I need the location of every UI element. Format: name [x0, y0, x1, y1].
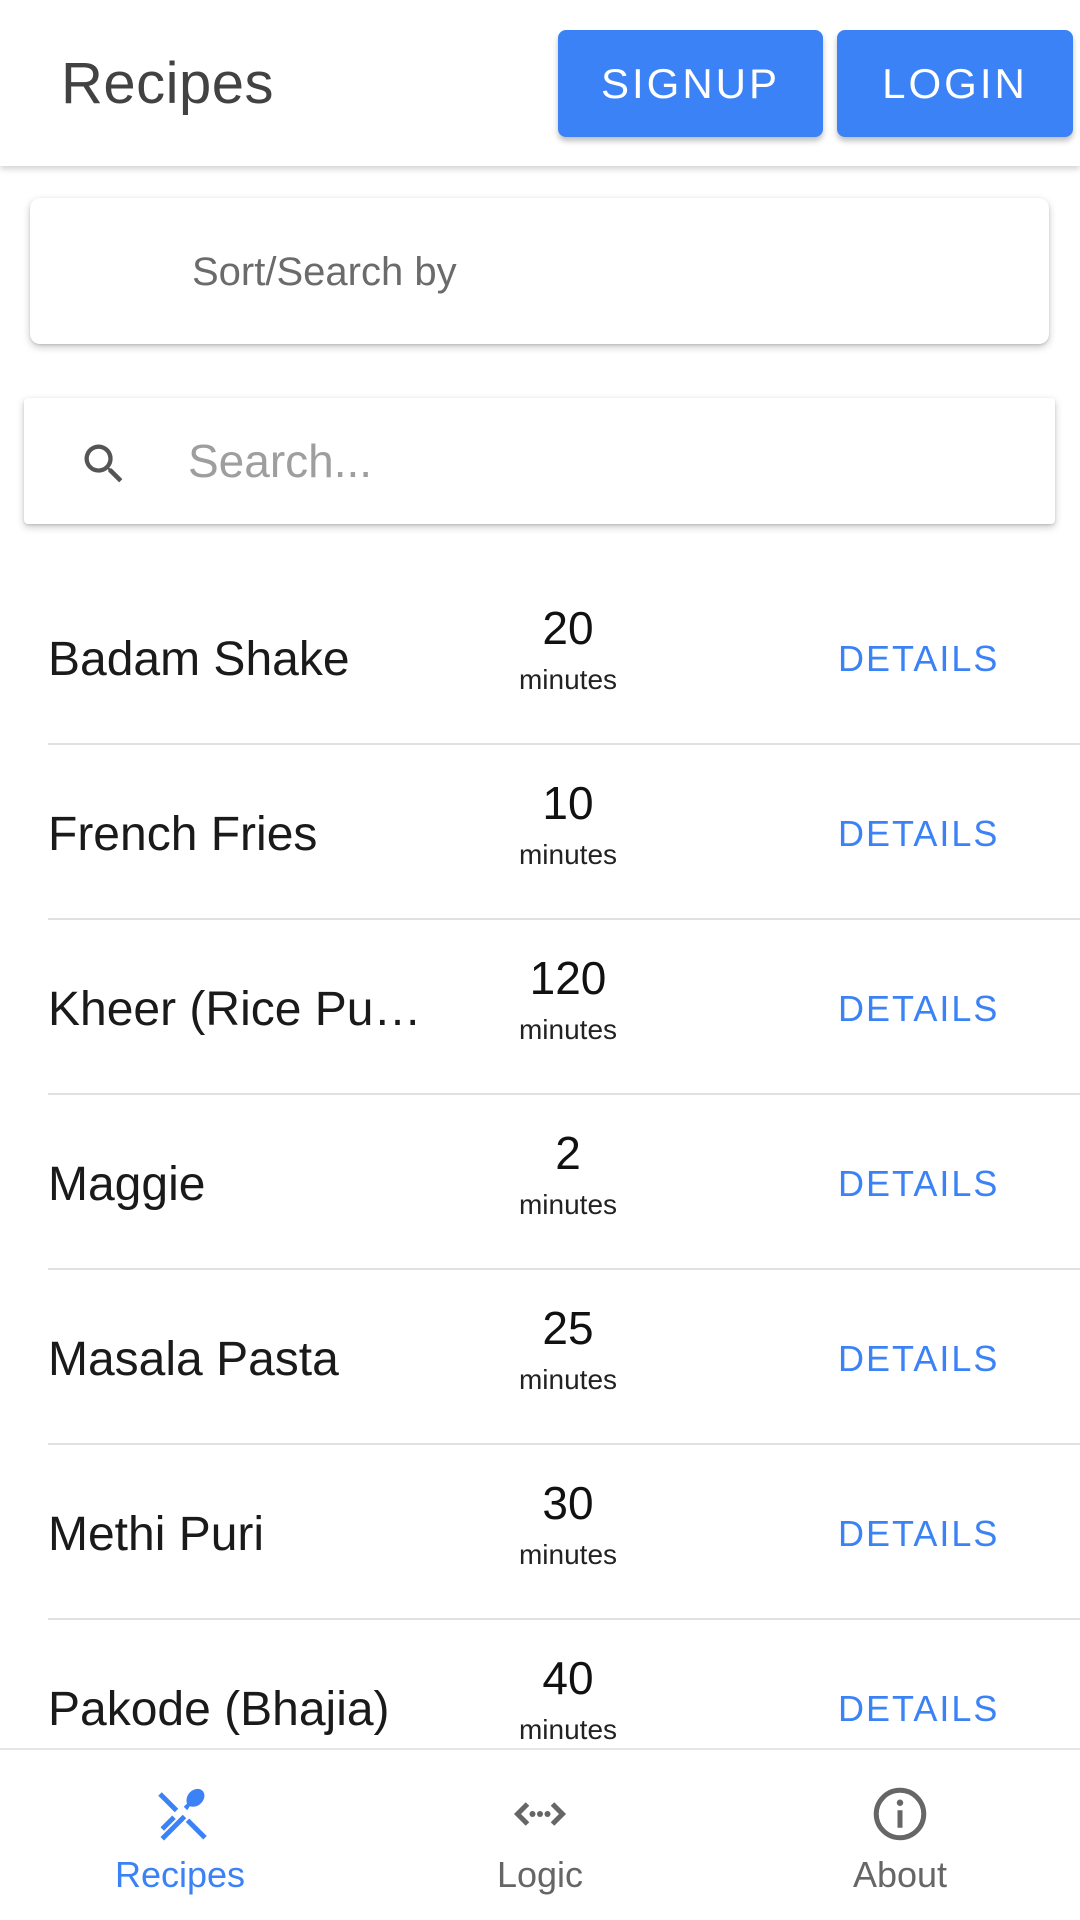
- recipe-time: 2 minutes: [488, 1125, 648, 1221]
- recipe-time: 10 minutes: [488, 775, 648, 871]
- list-item: French Fries 10 minutes DETAILS: [48, 745, 1080, 920]
- recipe-name: Badam Shake: [48, 633, 350, 686]
- recipe-name: Maggie: [48, 1158, 206, 1211]
- recipe-name: Masala Pasta: [48, 1333, 339, 1386]
- details-button[interactable]: DETAILS: [838, 1688, 999, 1730]
- recipe-time: 120 minutes: [488, 950, 648, 1046]
- list-item: Kheer (Rice Pu… 120 minutes DETAILS: [48, 920, 1080, 1095]
- recipe-time: 25 minutes: [488, 1300, 648, 1396]
- recipe-time-unit: minutes: [518, 839, 618, 870]
- recipe-list: Badam Shake 20 minutes DETAILS French Fr…: [0, 570, 1080, 1795]
- nav-logic[interactable]: Logic: [360, 1750, 720, 1920]
- nav-label: About: [852, 1854, 948, 1895]
- info-icon: [870, 1784, 930, 1844]
- sort-search-panel[interactable]: [30, 198, 1049, 344]
- nav-about[interactable]: About: [720, 1750, 1080, 1920]
- recipe-time-unit: minutes: [518, 1364, 618, 1395]
- nav-label: Recipes: [114, 1854, 246, 1895]
- recipe-name: Kheer (Rice Pu…: [48, 983, 422, 1036]
- recipe-time-unit: minutes: [518, 664, 618, 695]
- recipe-time-value: 30: [542, 1477, 594, 1529]
- list-item: Methi Puri 30 minutes DETAILS: [48, 1445, 1080, 1620]
- utensils-icon: [150, 1784, 210, 1844]
- recipe-time-value: 120: [529, 952, 607, 1004]
- bottom-navigation: Recipes Logic About: [0, 1748, 1080, 1920]
- recipe-time-unit: minutes: [518, 1014, 618, 1045]
- recipe-time: 40 minutes: [488, 1650, 648, 1746]
- nav-recipes[interactable]: Recipes: [0, 1750, 360, 1920]
- details-button[interactable]: DETAILS: [838, 1338, 999, 1380]
- login-button[interactable]: LOGIN: [837, 30, 1073, 137]
- signup-button[interactable]: SIGNUP: [558, 30, 823, 137]
- recipe-time-value: 20: [542, 602, 594, 654]
- page-title: Recipes: [61, 51, 275, 116]
- list-item: Maggie 2 minutes DETAILS: [48, 1095, 1080, 1270]
- recipe-time: 30 minutes: [488, 1475, 648, 1571]
- details-button[interactable]: DETAILS: [838, 1163, 999, 1205]
- details-button[interactable]: DETAILS: [838, 813, 999, 855]
- recipe-time-value: 10: [542, 777, 594, 829]
- app-viewport: Recipes SIGNUP LOGIN Sort/Search by Bada…: [0, 0, 1080, 1920]
- recipe-time-value: 40: [542, 1652, 594, 1704]
- recipe-time-value: 2: [555, 1127, 581, 1179]
- recipe-time: 20 minutes: [488, 600, 648, 696]
- app-bar: Recipes SIGNUP LOGIN: [0, 0, 1080, 166]
- list-item: Masala Pasta 25 minutes DETAILS: [48, 1270, 1080, 1445]
- details-button[interactable]: DETAILS: [838, 988, 999, 1030]
- details-button[interactable]: DETAILS: [838, 1513, 999, 1555]
- recipe-name: Pakode (Bhajia): [48, 1683, 390, 1736]
- sort-search-label: Sort/Search by: [192, 250, 457, 294]
- nav-label: Logic: [496, 1854, 584, 1895]
- search-input[interactable]: [188, 425, 1008, 497]
- recipe-name: Methi Puri: [48, 1508, 265, 1561]
- recipe-name: French Fries: [48, 808, 318, 861]
- details-button[interactable]: DETAILS: [838, 638, 999, 680]
- search-icon: [78, 438, 130, 495]
- code-arrows-icon: [510, 1784, 570, 1844]
- recipe-time-unit: minutes: [518, 1714, 618, 1745]
- recipe-time-unit: minutes: [518, 1539, 618, 1570]
- recipe-time-unit: minutes: [518, 1189, 618, 1220]
- list-item: Badam Shake 20 minutes DETAILS: [48, 570, 1080, 745]
- recipe-time-value: 25: [542, 1302, 594, 1354]
